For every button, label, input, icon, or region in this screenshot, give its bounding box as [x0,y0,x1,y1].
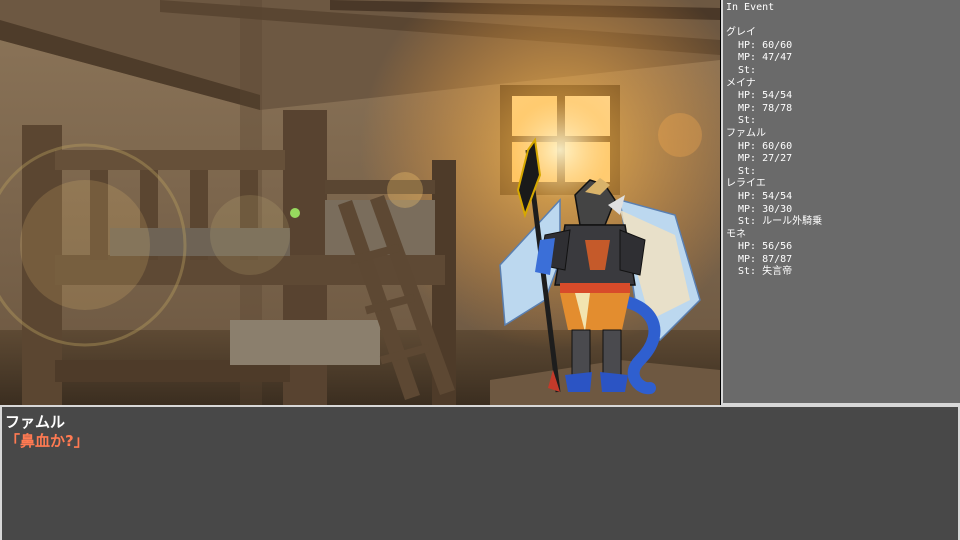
member-mp: MP: 47/47 [738,52,793,64]
member-hp: HP: 56/56 [738,241,793,253]
message-window[interactable]: ファムル 「鼻血か?」 [0,405,960,540]
member-hp: HP: 54/54 [738,190,793,202]
party-member-meina: メイナ HP: 54/54 MP: 78/78 St: [726,78,960,128]
member-state: St: [738,64,757,76]
member-state: St: [738,165,757,177]
member-name: ファムル [726,127,766,139]
party-member-gray: グレイ HP: 60/60 MP: 47/47 St: [726,27,960,77]
member-mp: MP: 27/27 [738,153,793,165]
member-state: St: ルール外騎乗 [738,216,823,228]
member-name: グレイ [726,27,756,39]
member-mp: MP: 30/30 [738,203,793,215]
member-state: St: [738,115,757,127]
member-name: モネ [726,228,746,240]
speaker-name: ファムル [5,413,66,431]
game-scene [0,0,720,405]
member-hp: HP: 54/54 [738,90,793,102]
member-mp: MP: 78/78 [738,102,793,114]
status-header: In Event [726,2,775,13]
member-name: レライエ [726,178,766,190]
party-member-famul: ファムル HP: 60/60 MP: 27/27 St: [726,128,960,178]
member-hp: HP: 60/60 [738,140,793,152]
party-status-panel: In Event グレイ HP: 60/60 MP: 47/47 St: メイナ… [721,0,960,405]
room-background [0,0,720,405]
member-hp: HP: 60/60 [738,39,793,51]
party-member-mone: モネ HP: 56/56 MP: 87/87 St: 失言帝 [726,229,960,279]
member-state: St: 失言帝 [738,266,793,278]
party-member-leraie: レライエ HP: 54/54 MP: 30/30 St: ルール外騎乗 [726,178,960,228]
dialogue-text: 「鼻血か?」 [5,432,89,450]
member-mp: MP: 87/87 [738,253,793,265]
member-name: メイナ [726,77,756,89]
